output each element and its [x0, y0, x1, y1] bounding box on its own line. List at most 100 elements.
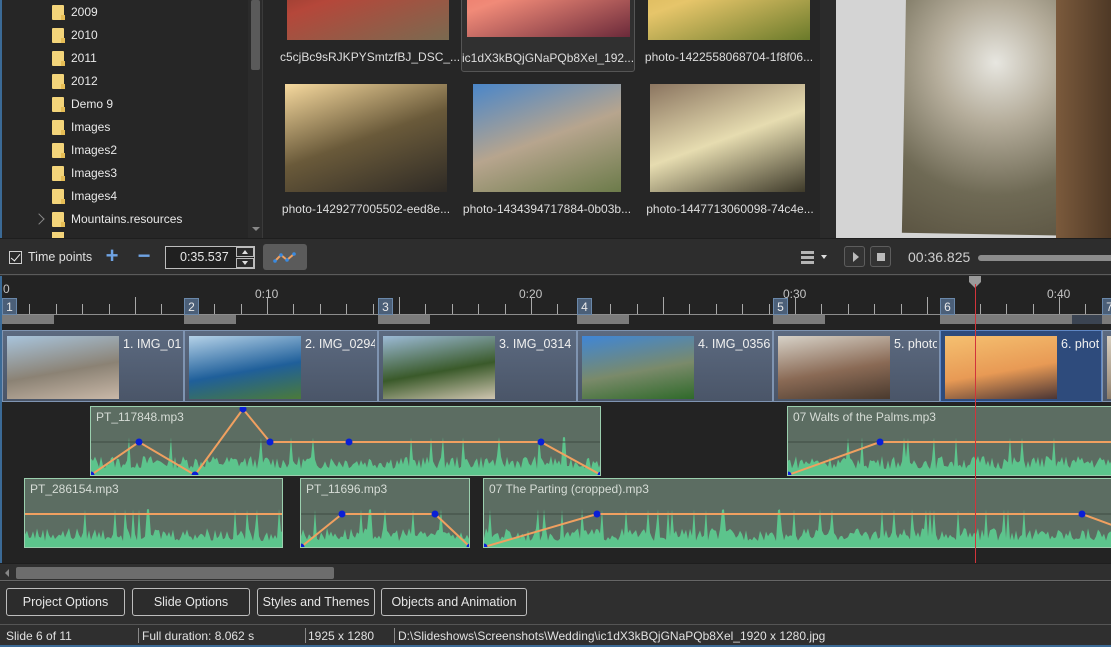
thumbnail-image — [648, 0, 810, 40]
slide-marker[interactable]: 3 — [378, 298, 393, 315]
envelope-point[interactable] — [593, 510, 601, 518]
audio-clip[interactable]: PT_286154.mp3 — [24, 478, 283, 548]
horizontal-scrollbar-thumb[interactable] — [16, 567, 334, 579]
ruler-label: 0 — [3, 282, 10, 296]
slide-marker[interactable]: 6 — [940, 298, 955, 315]
ruler-tick — [610, 304, 611, 314]
scroll-down-arrow-icon[interactable] — [252, 227, 260, 231]
stop-button[interactable] — [870, 246, 891, 267]
slide-transition-bar[interactable] — [940, 315, 1072, 324]
thumbnail-scrollbar[interactable] — [820, 0, 836, 238]
folder-label: 2009 — [71, 5, 98, 19]
tree-scrollbar-thumb[interactable] — [251, 0, 260, 70]
volume-envelope-button[interactable] — [263, 244, 307, 270]
folder-item[interactable]: Images4 — [52, 186, 117, 206]
slide-thumbnail — [7, 336, 119, 399]
thumbnail-caption: ic1dX3kBQjGNaPQb8Xel_192... — [462, 51, 635, 65]
thumbnail[interactable]: photo-1447713060098-74c4e... — [643, 84, 814, 216]
envelope-point[interactable] — [537, 438, 545, 446]
add-time-point-button[interactable]: + — [102, 245, 122, 267]
scroll-left-arrow-icon[interactable] — [5, 569, 9, 577]
slide-transition-bar[interactable] — [378, 315, 430, 324]
folder-item[interactable]: Images3 — [52, 163, 117, 183]
ruler-tick — [769, 304, 770, 314]
slide-clip[interactable]: 6. photo — [940, 330, 1102, 402]
audio-clip-name: PT_117848.mp3 — [96, 410, 184, 424]
folder-item[interactable]: Mountains.resources — [52, 209, 182, 229]
timeline-menu-button[interactable] — [800, 249, 830, 265]
audio-clip[interactable]: 07 The Parting (cropped).mp3 — [483, 478, 1111, 548]
envelope-point[interactable] — [431, 510, 439, 518]
play-button[interactable] — [844, 246, 865, 267]
slide-marker[interactable]: 4 — [577, 298, 592, 315]
folder-item[interactable]: 2009 — [52, 2, 98, 22]
slide-clip[interactable]: 5. photo — [773, 330, 940, 402]
audio-clip-name: 07 The Parting (cropped).mp3 — [489, 482, 649, 496]
slide-transition-bar[interactable] — [184, 315, 236, 324]
slide-title: 1. IMG_0136 — [123, 337, 181, 351]
time-ruler[interactable]: 0 0:10 0:20 0:30 0:40 1234567 — [2, 276, 1111, 324]
thumbnail[interactable]: photo-1429277005502-eed8e... — [282, 84, 453, 216]
remove-time-point-button[interactable]: − — [134, 245, 154, 267]
folder-icon — [52, 119, 65, 135]
slide-transition-bar[interactable] — [2, 315, 54, 324]
folder-item[interactable]: 2011 — [52, 48, 97, 68]
envelope-point[interactable] — [1078, 510, 1086, 518]
slide-options-button[interactable]: Slide Options — [132, 588, 250, 616]
thumbnail[interactable]: c5cjBc9sRJKPYSmtzfBJ_DSC_... — [280, 0, 460, 96]
slide-transition-bar[interactable] — [773, 315, 825, 324]
envelope-point[interactable] — [876, 438, 884, 446]
slide-thumbnail — [189, 336, 301, 399]
folder-item[interactable]: Demo 9 — [52, 94, 113, 114]
folder-item[interactable]: Images — [52, 117, 110, 137]
slide-marker[interactable]: 5 — [773, 298, 788, 315]
envelope-point[interactable] — [338, 510, 346, 518]
styles-and-themes-button[interactable]: Styles and Themes — [257, 588, 375, 616]
envelope-point[interactable] — [266, 438, 274, 446]
audio-clip[interactable]: PT_117848.mp3 — [90, 406, 601, 476]
envelope-point[interactable] — [135, 438, 143, 446]
folder-item[interactable]: 2010 — [52, 25, 98, 45]
objects-and-animation-button[interactable]: Objects and Animation — [381, 588, 527, 616]
timeline-horizontal-scrollbar[interactable] — [0, 563, 1111, 581]
ruler-tick — [478, 304, 479, 314]
spin-down-button[interactable] — [236, 258, 254, 268]
playback-progress-slider[interactable] — [978, 255, 1111, 261]
ruler-tick — [373, 304, 374, 314]
folder-item[interactable]: 2012 — [52, 71, 98, 91]
thumbnail-selected[interactable]: ic1dX3kBQjGNaPQb8Xel_192... — [461, 0, 635, 72]
slide-clip[interactable]: 4. IMG_0356 — [577, 330, 773, 402]
ruler-tick — [1059, 297, 1060, 314]
slide-clip[interactable]: 7. — [1102, 330, 1111, 402]
ruler-tick — [82, 304, 83, 314]
folder-item[interactable]: Images2 — [52, 140, 117, 160]
thumbnail-image — [650, 84, 805, 192]
thumbnail[interactable]: photo-1422558068704-1f8f06... — [640, 0, 813, 96]
envelope-point[interactable] — [345, 438, 353, 446]
ruler-tick — [29, 304, 30, 314]
audio-clip[interactable]: PT_11696.mp3 — [300, 478, 470, 548]
folder-icon — [52, 188, 65, 204]
ruler-tick — [531, 297, 532, 314]
folder-tree: 2009 2010 2011 2012 Demo 9 Images Images… — [0, 0, 262, 238]
slide-marker[interactable]: 2 — [184, 298, 199, 315]
thumbnail[interactable]: photo-1434394717884-0b03b... — [463, 84, 633, 216]
spin-up-button[interactable] — [236, 247, 254, 257]
audio-clip[interactable]: 07 Walts of the Palms.mp3 — [787, 406, 1111, 476]
timeline[interactable]: 0 0:10 0:20 0:30 0:40 1234567 1. IMG_013… — [0, 276, 1111, 563]
expand-chevron-icon[interactable] — [33, 213, 45, 225]
thumbnail-image — [285, 84, 447, 192]
slide-preview[interactable] — [836, 0, 1111, 238]
slide-clip[interactable]: 2. IMG_0294 — [184, 330, 378, 402]
slide-transition-bar[interactable] — [1102, 315, 1111, 324]
slide-clip[interactable]: 1. IMG_0136 — [2, 330, 184, 402]
time-points-checkbox[interactable] — [9, 251, 22, 264]
folder-label: Images4 — [71, 189, 118, 203]
slide-transition-bar[interactable] — [577, 315, 629, 324]
slide-marker[interactable]: 7 — [1102, 298, 1111, 315]
slide-marker[interactable]: 1 — [2, 298, 17, 315]
folder-icon — [52, 96, 65, 112]
folder-icon — [52, 211, 65, 227]
slide-clip[interactable]: 3. IMG_0314 — [378, 330, 577, 402]
project-options-button[interactable]: Project Options — [6, 588, 125, 616]
